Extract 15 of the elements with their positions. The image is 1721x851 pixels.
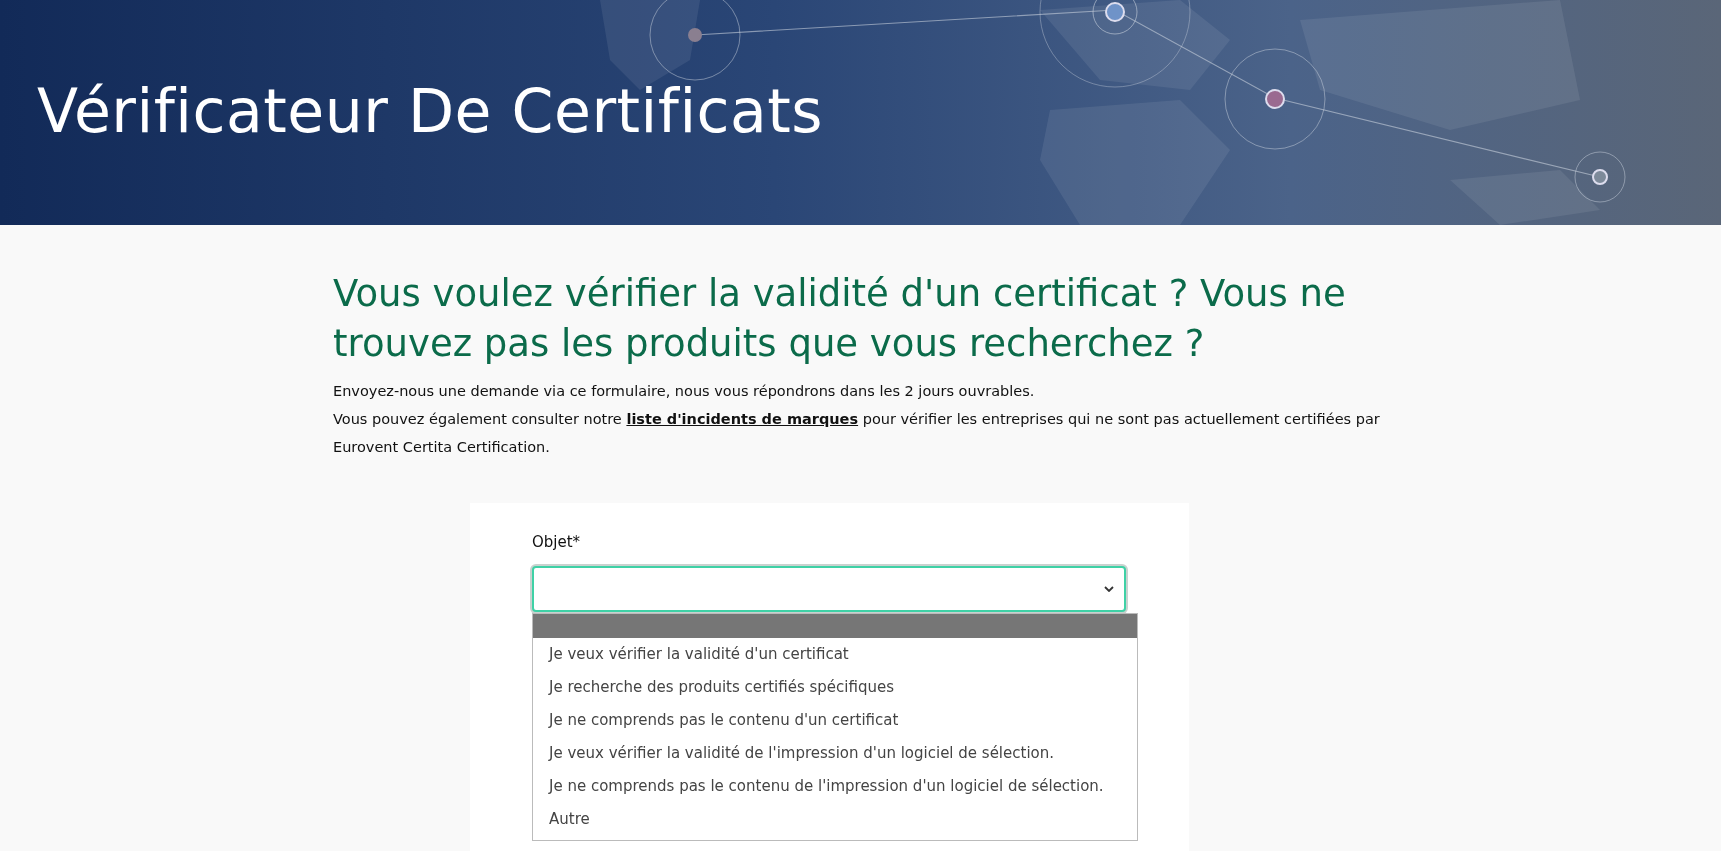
intro-heading: Vous voulez vérifier la validité d'un certificat ? Vous ne trouvez pas les produits que vous recherchez ? <box>333 271 1347 367</box>
subject-select[interactable] <box>532 566 1126 612</box>
dropdown-option[interactable]: Je veux vérifier la validité d'un certificat <box>533 638 1137 671</box>
chevron-icon <box>1104 586 1114 592</box>
dropdown-option[interactable]: Je veux vérifier la validité de l'impression d'un logiciel de sélection. <box>533 737 1137 770</box>
dropdown-option[interactable]: Je ne comprends pas le contenu de l'impression d'un logiciel de sélection. <box>533 770 1137 803</box>
page-title: Vérificateur De Certificats <box>37 75 824 148</box>
dropdown-option[interactable]: Je ne comprends pas le contenu d'un certificat <box>533 704 1137 737</box>
incidents-link[interactable]: liste d'incidents de marques <box>626 411 859 427</box>
field-label: Objet* <box>532 533 582 553</box>
dropdown-option[interactable]: Je recherche des produits certifiés spécifiques <box>533 671 1137 704</box>
dropdown-option[interactable]: Autre <box>533 803 1137 836</box>
intro-text: Envoyez-nous une demande via ce formulaire, nous vous répondrons dans les 2 jours ouvrables. <box>333 382 1036 401</box>
dropdown-option[interactable] <box>533 614 1137 638</box>
intro-text: Vous pouvez également consulter notre liste d'incidents de marques pour vérifier les entreprises qui ne sont pas actuellement certifiées par Eurovent Certita Certification. <box>333 410 1381 457</box>
